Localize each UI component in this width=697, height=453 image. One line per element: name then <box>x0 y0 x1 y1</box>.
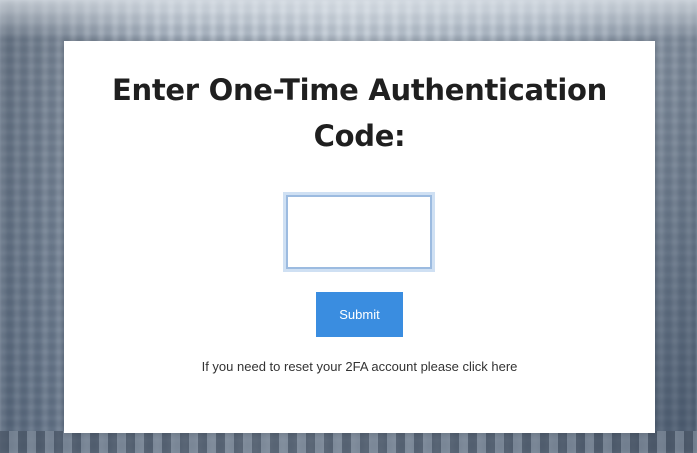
background-sky <box>0 0 697 40</box>
authentication-code-input[interactable] <box>283 192 435 272</box>
background-building-base <box>0 431 697 453</box>
submit-button[interactable]: Submit <box>316 292 403 337</box>
page-viewport: Enter One-Time Authentication Code: Subm… <box>0 0 697 453</box>
reset-2fa-prefix: If you need to reset your 2FA account pl… <box>201 359 463 374</box>
auth-card: Enter One-Time Authentication Code: Subm… <box>64 41 655 433</box>
page-title: Enter One-Time Authentication Code: <box>112 73 607 153</box>
reset-2fa-text: If you need to reset your 2FA account pl… <box>64 359 655 374</box>
reset-2fa-link[interactable]: click here <box>462 359 517 374</box>
